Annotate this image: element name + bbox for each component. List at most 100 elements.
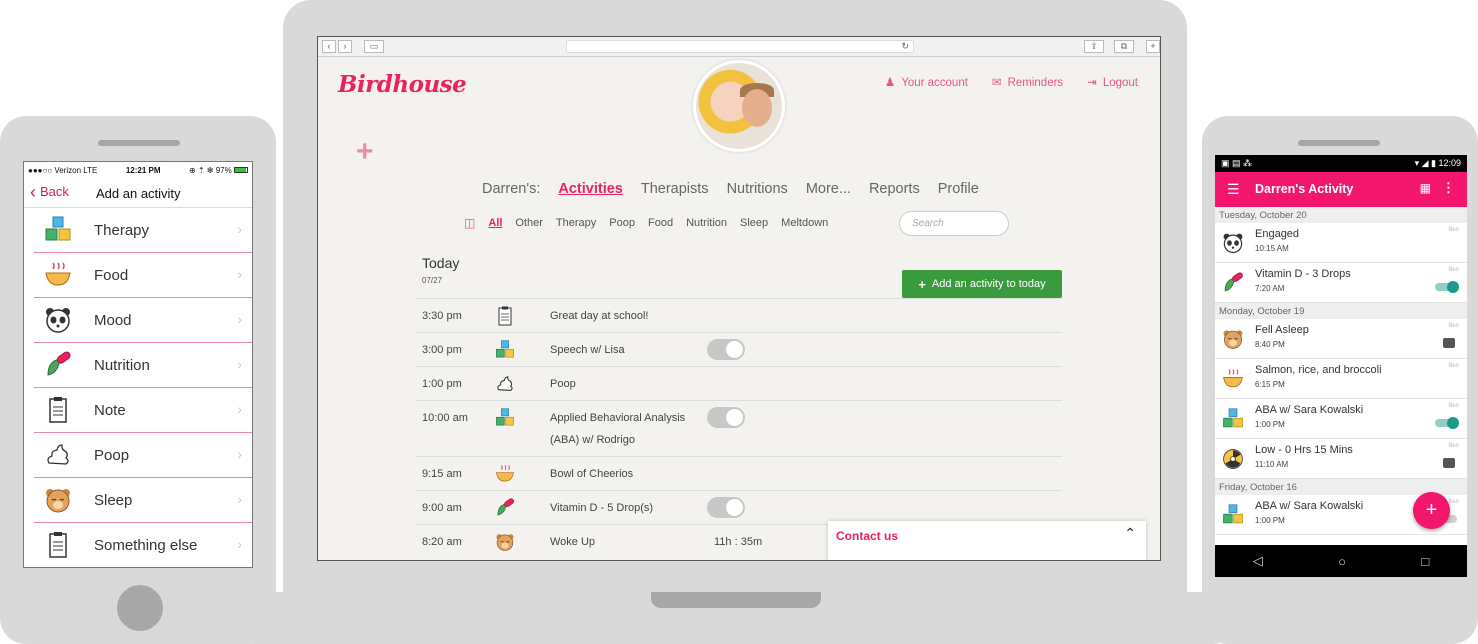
profile-photo	[696, 63, 782, 149]
activity-time: 9:00 am	[422, 502, 462, 514]
address-bar[interactable]: ↻	[566, 40, 914, 53]
table-row[interactable]: 1:00 pm Poop	[416, 366, 1062, 400]
item-author: Ben	[1448, 499, 1459, 505]
browser-back-icon[interactable]: ‹	[322, 40, 336, 53]
nav-recents-icon[interactable]: □	[1421, 554, 1429, 569]
back-button[interactable]: ‹ Back	[30, 183, 69, 201]
add-child-plus-icon[interactable]: +	[356, 135, 374, 169]
overflow-menu-icon[interactable]: ⋮	[1442, 180, 1455, 196]
child-avatar[interactable]	[693, 60, 785, 152]
tab-nutritions[interactable]: Nutritions	[727, 181, 788, 197]
site-logo[interactable]: Birdhouse	[338, 71, 467, 98]
share-icon[interactable]: ⇪	[1084, 40, 1104, 53]
list-item-mood[interactable]: Mood ›	[34, 298, 252, 343]
contact-us-widget[interactable]: Contact us ⌃	[828, 521, 1146, 560]
iphone-device: ●●●○○ Verizon LTE 12:21 PM ⊕ ⇡ ✻ 97% ‹ B…	[0, 116, 276, 644]
table-row[interactable]: 3:30 pm Great day at school!	[416, 298, 1062, 332]
chevron-right-icon: ›	[237, 221, 242, 237]
list-item-note[interactable]: Note ›	[34, 388, 252, 433]
blocks-icon	[494, 339, 516, 361]
item-name: ABA w/ Sara Kowalski	[1255, 500, 1364, 512]
item-time: 8:40 PM	[1255, 340, 1285, 349]
list-item[interactable]: Fell Asleep 8:40 PM Ben	[1215, 319, 1467, 359]
iphone-speaker	[98, 140, 180, 146]
app-bar-title: Darren's Activity	[1255, 182, 1354, 196]
tab-therapists[interactable]: Therapists	[641, 181, 709, 197]
list-item-label: Poop	[94, 446, 130, 464]
filter-other[interactable]: Other	[515, 217, 543, 229]
logout-link[interactable]: ⇥ Logout	[1087, 75, 1138, 89]
blocks-icon	[42, 214, 74, 246]
hamburger-menu-icon[interactable]: ☰	[1227, 181, 1240, 198]
list-item[interactable]: Salmon, rice, and broccoli 6:15 PM Ben	[1215, 359, 1467, 399]
item-name: ABA w/ Sara Kowalski	[1255, 404, 1364, 416]
list-item-food[interactable]: Food ›	[34, 253, 252, 298]
comment-icon[interactable]	[1443, 338, 1455, 348]
bear-icon	[42, 484, 74, 516]
calendar-icon[interactable]: ▦	[1420, 181, 1431, 195]
activity-filters: ◫ All Other Therapy Poop Food Nutrition …	[464, 216, 841, 230]
chevron-up-icon[interactable]: ⌃	[1124, 525, 1136, 542]
tab-profile[interactable]: Profile	[938, 181, 979, 197]
list-item-poop[interactable]: Poop ›	[34, 433, 252, 478]
nav-back-icon[interactable]: ◁	[1253, 553, 1263, 569]
chevron-right-icon: ›	[237, 446, 242, 462]
home-button[interactable]	[117, 585, 163, 631]
table-row[interactable]: 10:00 am Applied Behavioral Analysis (AB…	[416, 400, 1062, 456]
activity-toggle[interactable]	[707, 339, 745, 360]
link-label: Reminders	[1007, 77, 1064, 89]
new-tab-icon[interactable]: +	[1146, 40, 1160, 53]
activity-toggle[interactable]	[707, 497, 745, 518]
list-item-something-else[interactable]: Something else ›	[34, 523, 252, 567]
nav-home-icon[interactable]: ○	[1338, 554, 1346, 569]
add-activity-fab[interactable]: +	[1413, 492, 1450, 529]
toggle-switch[interactable]	[1435, 281, 1459, 293]
add-activity-button[interactable]: + Add an activity to today	[902, 270, 1062, 298]
activity-toggle[interactable]	[707, 407, 745, 428]
table-row[interactable]: 3:00 pm Speech w/ Lisa	[416, 332, 1062, 366]
list-item[interactable]: Engaged 10:15 AM Ben	[1215, 223, 1467, 263]
filter-meltdown[interactable]: Meltdown	[781, 217, 828, 229]
comment-icon[interactable]	[1443, 458, 1455, 468]
toggle-switch[interactable]	[1435, 417, 1459, 429]
filter-food[interactable]: Food	[648, 217, 673, 229]
browser-forward-icon[interactable]: ›	[338, 40, 352, 53]
your-account-link[interactable]: ♟ Your account	[885, 75, 968, 89]
list-item-sleep[interactable]: Sleep ›	[34, 478, 252, 523]
button-label: Add an activity to today	[931, 278, 1046, 290]
activity-time: 3:00 pm	[422, 344, 462, 356]
tab-more[interactable]: More...	[806, 181, 851, 197]
contact-label: Contact us	[836, 529, 899, 543]
list-item[interactable]: Vitamin D - 3 Drops 7:20 AM Ben	[1215, 263, 1467, 303]
search-input[interactable]: Search	[899, 211, 1009, 236]
list-item-nutrition[interactable]: Nutrition ›	[34, 343, 252, 388]
columns-icon[interactable]: ◫	[464, 216, 475, 230]
reload-icon[interactable]: ↻	[901, 41, 909, 52]
filter-therapy[interactable]: Therapy	[556, 217, 596, 229]
table-row[interactable]: 9:15 am Bowl of Cheerios	[416, 456, 1062, 490]
back-label: Back	[40, 184, 69, 199]
tabs-icon[interactable]: ⧉	[1114, 40, 1134, 53]
tab-activities[interactable]: Activities	[558, 181, 622, 197]
filter-poop[interactable]: Poop	[609, 217, 635, 229]
filter-nutrition[interactable]: Nutrition	[686, 217, 727, 229]
list-item-therapy[interactable]: Therapy ›	[34, 208, 252, 253]
filter-all[interactable]: All	[488, 217, 502, 229]
account-links: ♟ Your account ✉ Reminders ⇥ Logout	[885, 75, 1138, 89]
activity-desc: Speech w/ Lisa	[550, 344, 625, 356]
panda-icon	[1221, 231, 1245, 255]
sidebar-toggle-icon[interactable]: ▭	[364, 40, 384, 53]
list-item[interactable]: Low - 0 Hrs 15 Mins 11:10 AM Ben	[1215, 439, 1467, 479]
filter-sleep[interactable]: Sleep	[740, 217, 768, 229]
battery-icon	[233, 167, 248, 174]
table-row[interactable]: 9:00 am Vitamin D - 5 Drop(s)	[416, 490, 1062, 524]
list-item[interactable]: ABA w/ Sara Kowalski 1:00 PM Ben	[1215, 399, 1467, 439]
tab-reports[interactable]: Reports	[869, 181, 920, 197]
activity-time: 3:30 pm	[422, 310, 462, 322]
reminders-link[interactable]: ✉ Reminders	[992, 75, 1063, 89]
chevron-right-icon: ›	[237, 356, 242, 372]
status-right: ⊕ ⇡ ✻ 97%	[189, 166, 248, 175]
list-item-label: Something else	[94, 536, 198, 554]
item-author: Ben	[1448, 363, 1459, 369]
item-author: Ben	[1448, 267, 1459, 273]
